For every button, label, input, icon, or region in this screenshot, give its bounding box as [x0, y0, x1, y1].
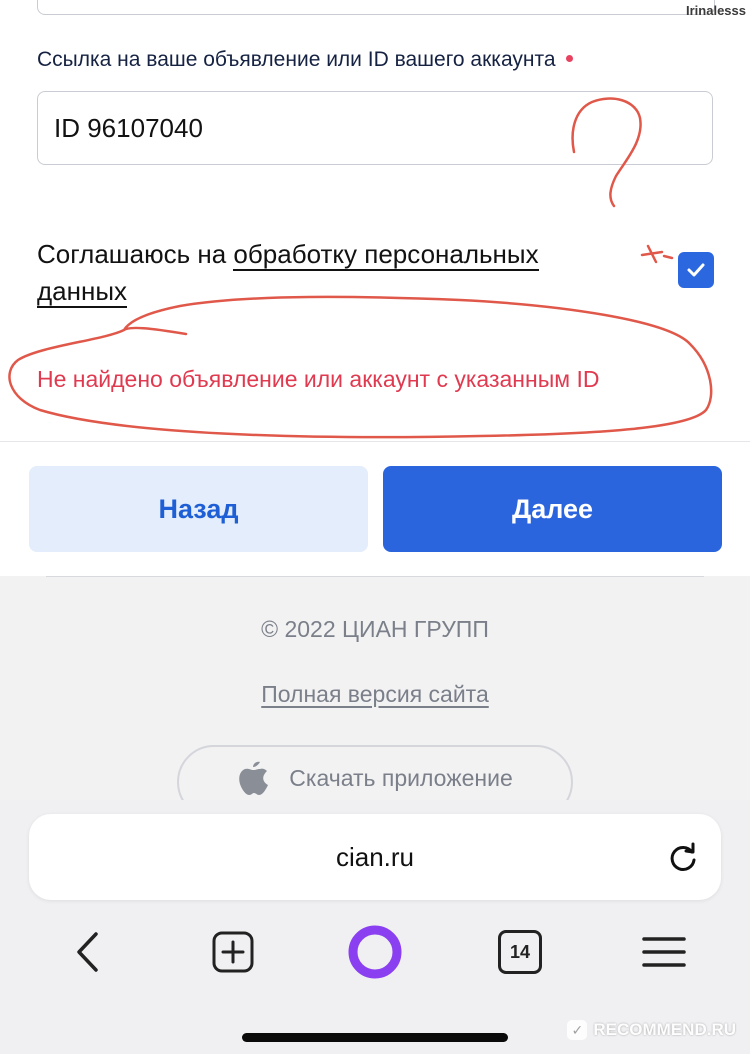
- divider: [0, 441, 750, 442]
- download-app-button[interactable]: Скачать приложение: [177, 745, 573, 800]
- full-version-link[interactable]: Полная версия сайта: [261, 681, 489, 707]
- url-text: cian.ru: [335, 842, 415, 872]
- id-field-label-text: Ссылка на ваше объявление или ID вашего …: [37, 48, 556, 71]
- footer-divider: [46, 576, 704, 577]
- watermark-text: RECOMMEND.RU: [593, 1020, 736, 1039]
- copyright-text: © 2022 ЦИАН ГРУПП: [261, 616, 489, 642]
- next-button[interactable]: Далее: [383, 466, 722, 552]
- error-message: Не найдено объявление или аккаунт с указ…: [37, 366, 600, 392]
- tabs-count: 14: [498, 930, 542, 974]
- site-watermark: ✓ RECOMMEND.RU: [567, 1020, 736, 1040]
- required-indicator: [565, 54, 573, 62]
- home-indicator[interactable]: [242, 1033, 508, 1042]
- menu-icon[interactable]: [640, 920, 688, 984]
- id-field-label: Ссылка на ваше объявление или ID вашего …: [37, 48, 573, 72]
- back-button[interactable]: Назад: [29, 466, 368, 552]
- site-footer: © 2022 ЦИАН ГРУПП Полная версия сайта Ск…: [0, 576, 750, 800]
- back-nav-icon[interactable]: [66, 920, 110, 984]
- consent-prefix: Соглашаюсь на: [37, 239, 234, 269]
- author-watermark: Irinalesss: [686, 3, 746, 18]
- alice-assistant-icon[interactable]: [346, 920, 404, 984]
- watermark-logo-icon: ✓: [567, 1020, 588, 1040]
- apple-icon: [239, 761, 269, 795]
- consent-checkbox[interactable]: [678, 252, 714, 288]
- address-bar[interactable]: cian.ru: [29, 814, 721, 900]
- new-tab-icon[interactable]: [210, 920, 256, 984]
- consent-label: Соглашаюсь на обработку персональных дан…: [37, 236, 617, 310]
- download-app-label: Скачать приложение: [289, 764, 513, 791]
- listing-id-input[interactable]: [37, 91, 713, 165]
- checkmark-icon: [687, 263, 705, 277]
- reload-icon[interactable]: [665, 840, 701, 876]
- full-version-container: Полная версия сайта: [0, 681, 750, 708]
- tabs-counter-icon[interactable]: 14: [497, 920, 543, 984]
- previous-field-edge: [37, 0, 715, 15]
